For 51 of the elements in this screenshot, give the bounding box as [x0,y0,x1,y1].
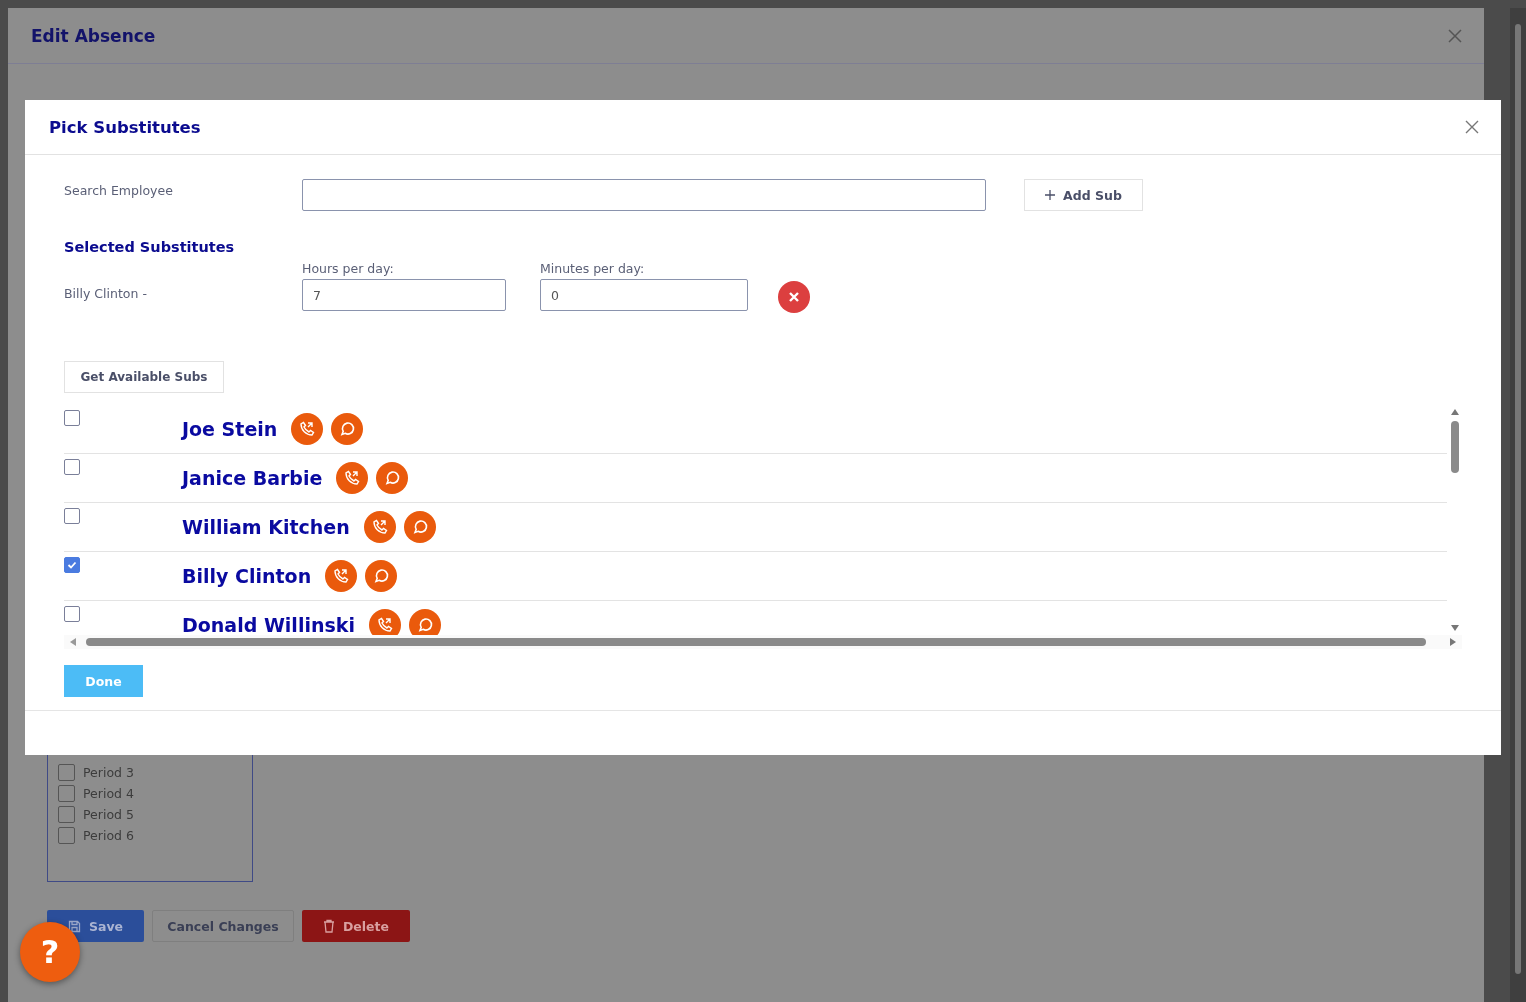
period-label: Period 6 [83,828,134,843]
scroll-down-icon[interactable] [1450,625,1459,631]
hours-field[interactable]: 7 [302,279,506,311]
substitute-checkbox[interactable] [64,410,80,426]
period-label: Period 4 [83,786,134,801]
period-label: Period 5 [83,807,134,822]
phone-icon[interactable] [363,511,396,543]
substitute-name[interactable]: Billy Clinton [182,565,312,587]
substitute-checkbox[interactable] [64,606,80,622]
substitute-name[interactable]: Joe Stein [182,418,278,440]
substitute-checkbox[interactable] [64,557,80,573]
chat-icon[interactable] [376,462,409,494]
trash-icon [322,919,335,933]
plus-icon [1045,190,1056,200]
substitute-name[interactable]: Janice Barbie [182,467,323,489]
add-sub-button[interactable]: Add Sub [1024,179,1143,211]
close-icon[interactable] [1465,120,1479,134]
hours-label: Hours per day: [302,261,395,276]
chat-icon[interactable] [365,560,398,592]
phone-icon[interactable] [368,609,401,635]
section-heading: Selected Substitutes [64,239,236,255]
close-icon[interactable] [1448,28,1462,43]
get-subs-button[interactable]: Get Available Subs [64,361,224,393]
scroll-left-icon[interactable] [70,638,76,646]
remove-icon[interactable] [778,281,810,313]
phone-icon[interactable] [291,413,324,445]
chat-icon[interactable] [331,413,364,445]
substitute-name[interactable]: Donald Willinski [182,614,355,635]
substitute-checkbox[interactable] [64,508,80,524]
dialog-title: Edit Absence [31,25,156,46]
search-label: Search Employee [64,182,174,198]
search-field[interactable] [302,179,986,211]
dialog-title: Pick Substitutes [49,117,201,137]
minutes-field[interactable]: 0 [540,279,748,311]
minutes-label: Minutes per day: [540,261,646,276]
substitute-name: Billy Clinton - [64,285,148,301]
period-checkbox[interactable] [58,764,75,781]
delete-button[interactable]: Delete [302,910,410,942]
period-checkbox[interactable] [58,827,75,844]
scroll-right-icon[interactable] [1450,638,1456,646]
period-label: Period 3 [83,765,134,780]
check-icon [66,559,78,571]
phone-icon[interactable] [336,462,369,494]
period-checkbox[interactable] [58,785,75,802]
period-checkbox[interactable] [58,806,75,823]
chat-icon[interactable] [408,609,441,635]
chat-icon[interactable] [403,511,436,543]
scroll-up-icon[interactable] [1450,409,1459,415]
substitute-checkbox[interactable] [64,459,80,475]
substitute-name[interactable]: William Kitchen [182,516,350,538]
phone-icon[interactable] [325,560,358,592]
